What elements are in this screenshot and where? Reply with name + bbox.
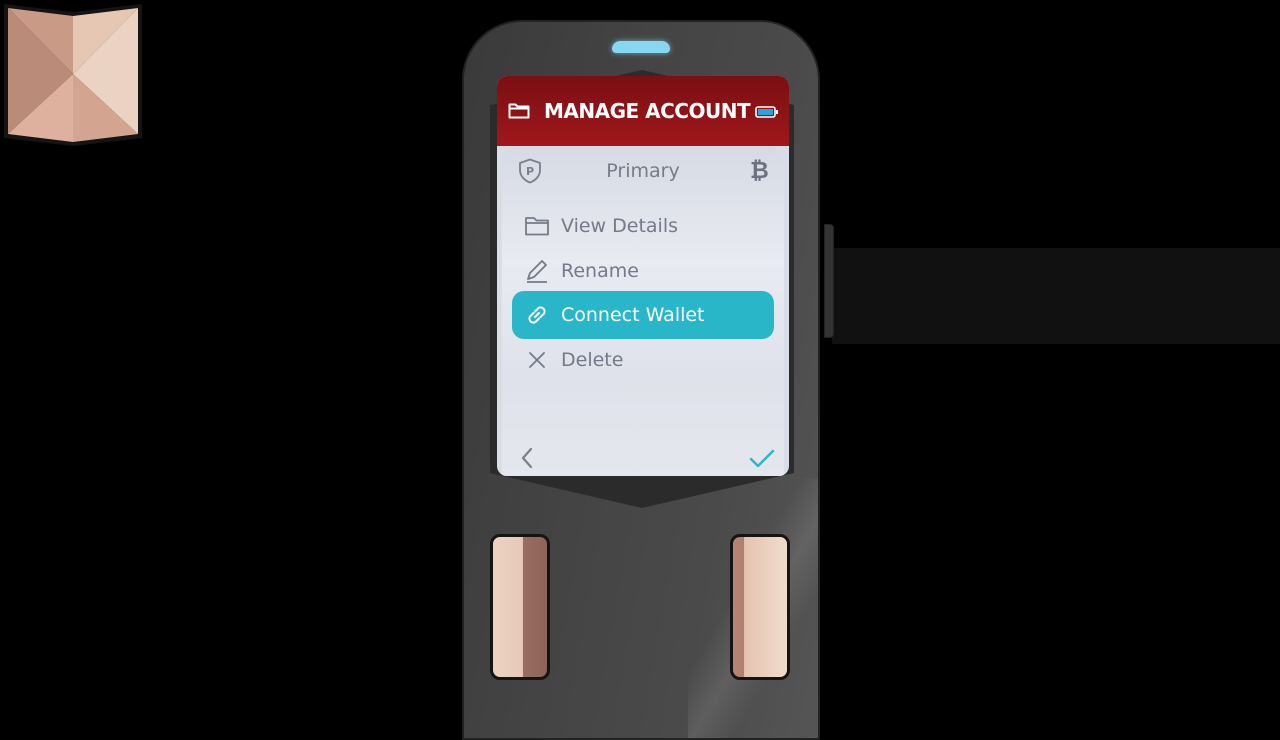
menu-item-label: Delete [561,349,624,371]
status-led [612,41,670,53]
screen-header: MANAGE ACCOUNT [497,76,789,146]
background-band [832,248,1280,344]
bitcoin-icon: ₿ [750,158,769,184]
device-screen: MANAGE ACCOUNT P Primary ₿ View Details [497,76,789,476]
account-name: Primary [606,160,680,182]
chevron-left-icon[interactable] [518,446,536,470]
center-button[interactable] [0,0,146,148]
folder-icon [525,217,549,236]
menu-item-label: Rename [561,260,639,282]
link-icon [528,306,546,324]
menu-item-rename[interactable]: Rename [512,247,774,295]
menu-item-delete[interactable]: Delete [512,336,774,384]
account-menu-panel: P Primary ₿ View Details Rename Connect … [502,146,784,476]
close-icon [529,352,545,368]
menu-item-view-details[interactable]: View Details [512,202,774,250]
left-button[interactable] [490,534,550,680]
menu-item-label: Connect Wallet [561,304,705,326]
menu-item-connect-wallet[interactable]: Connect Wallet [512,291,774,339]
pencil-icon [527,260,547,283]
page-title: MANAGE ACCOUNT [544,99,751,123]
folder-icon [508,103,530,119]
menu-item-label: View Details [561,215,678,237]
checkmark-icon[interactable] [748,448,776,470]
battery-icon [755,106,778,118]
side-button[interactable] [824,224,834,338]
right-button[interactable] [730,534,790,680]
